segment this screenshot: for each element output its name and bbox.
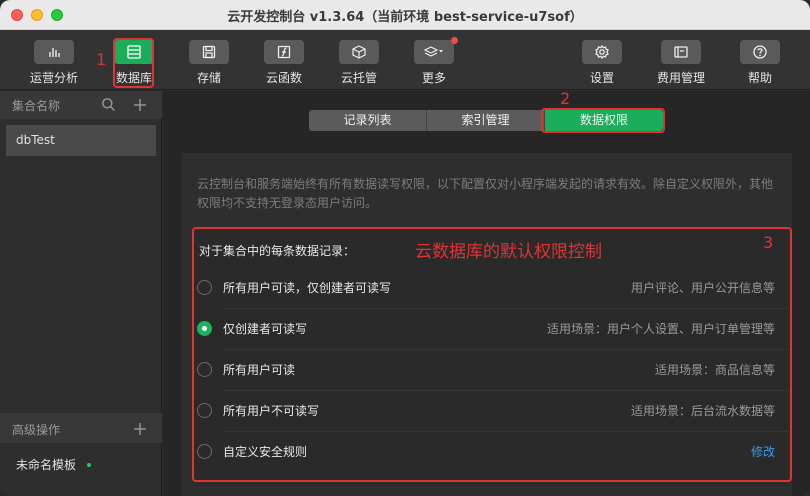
toolbar-label: 帮助	[747, 71, 772, 85]
annotation-box-database	[113, 38, 154, 88]
toolbar-item-analytics[interactable]: 运营分析	[22, 40, 86, 86]
collections-sidebar: 集合名称 dbTest 高级操作 未命名模板	[0, 91, 162, 496]
app-window: 云开发控制台 v1.3.64（当前环境 best-service-u7sof） …	[0, 0, 810, 496]
tab-indexes[interactable]: 索引管理	[427, 110, 545, 131]
annotation-caption: 云数据库的默认权限控制	[415, 242, 602, 262]
storage-icon	[189, 40, 229, 64]
bar-chart-icon	[34, 40, 74, 64]
window-title: 云开发控制台 v1.3.64（当前环境 best-service-u7sof）	[227, 10, 583, 25]
cube-icon	[339, 40, 379, 64]
collection-name: dbTest	[16, 133, 55, 147]
toolbar-item-billing[interactable]: 费用管理	[649, 40, 713, 86]
toolbar-item-help[interactable]: 帮助	[728, 40, 792, 86]
toolbar-item-cloudrun[interactable]: 云托管	[327, 40, 391, 86]
template-status-dot	[87, 463, 91, 467]
collections-header: 集合名称	[0, 91, 162, 119]
search-icon[interactable]	[101, 97, 116, 116]
toolbar-label: 云函数	[265, 71, 302, 85]
annotation-box-permissions	[192, 227, 792, 482]
collections-header-label: 集合名称	[12, 99, 61, 113]
add-collection-icon[interactable]	[133, 97, 147, 116]
layers-icon	[414, 37, 458, 64]
function-icon	[264, 40, 304, 64]
toolbar-label: 云托管	[340, 71, 377, 85]
tab-records[interactable]: 记录列表	[309, 110, 427, 131]
template-item[interactable]: 未命名模板	[16, 456, 76, 473]
annotation-number: 2	[560, 89, 571, 108]
title-bar: 云开发控制台 v1.3.64（当前环境 best-service-u7sof）	[0, 0, 810, 30]
permissions-notice: 云控制台和服务端始终有所有数据读写权限，以下配置仅对小程序端发起的请求有效。除自…	[197, 177, 774, 210]
toolbar-label: 更多	[421, 71, 446, 85]
advanced-header: 高级操作	[0, 413, 162, 443]
toolbar-label: 运营分析	[29, 71, 78, 85]
collection-item[interactable]: dbTest	[6, 125, 156, 156]
toolbar-item-functions[interactable]: 云函数	[252, 40, 316, 86]
toolbar-item-storage[interactable]: 存储	[177, 40, 241, 86]
toolbar-label: 设置	[589, 71, 614, 85]
annotation-number: 3	[763, 233, 774, 252]
annotation-number: 1	[96, 50, 107, 69]
toolbar-item-more[interactable]: 更多	[402, 37, 466, 86]
add-template-icon[interactable]	[133, 421, 147, 440]
gear-icon	[582, 40, 622, 64]
notification-dot	[451, 37, 458, 44]
toolbar-label: 费用管理	[656, 71, 705, 85]
card-icon	[661, 40, 701, 64]
toolbar-item-settings[interactable]: 设置	[570, 40, 634, 86]
help-icon	[740, 40, 780, 64]
toolbar-label: 存储	[196, 71, 221, 85]
advanced-header-label: 高级操作	[12, 423, 61, 437]
annotation-box-permissions-tab	[541, 108, 665, 133]
